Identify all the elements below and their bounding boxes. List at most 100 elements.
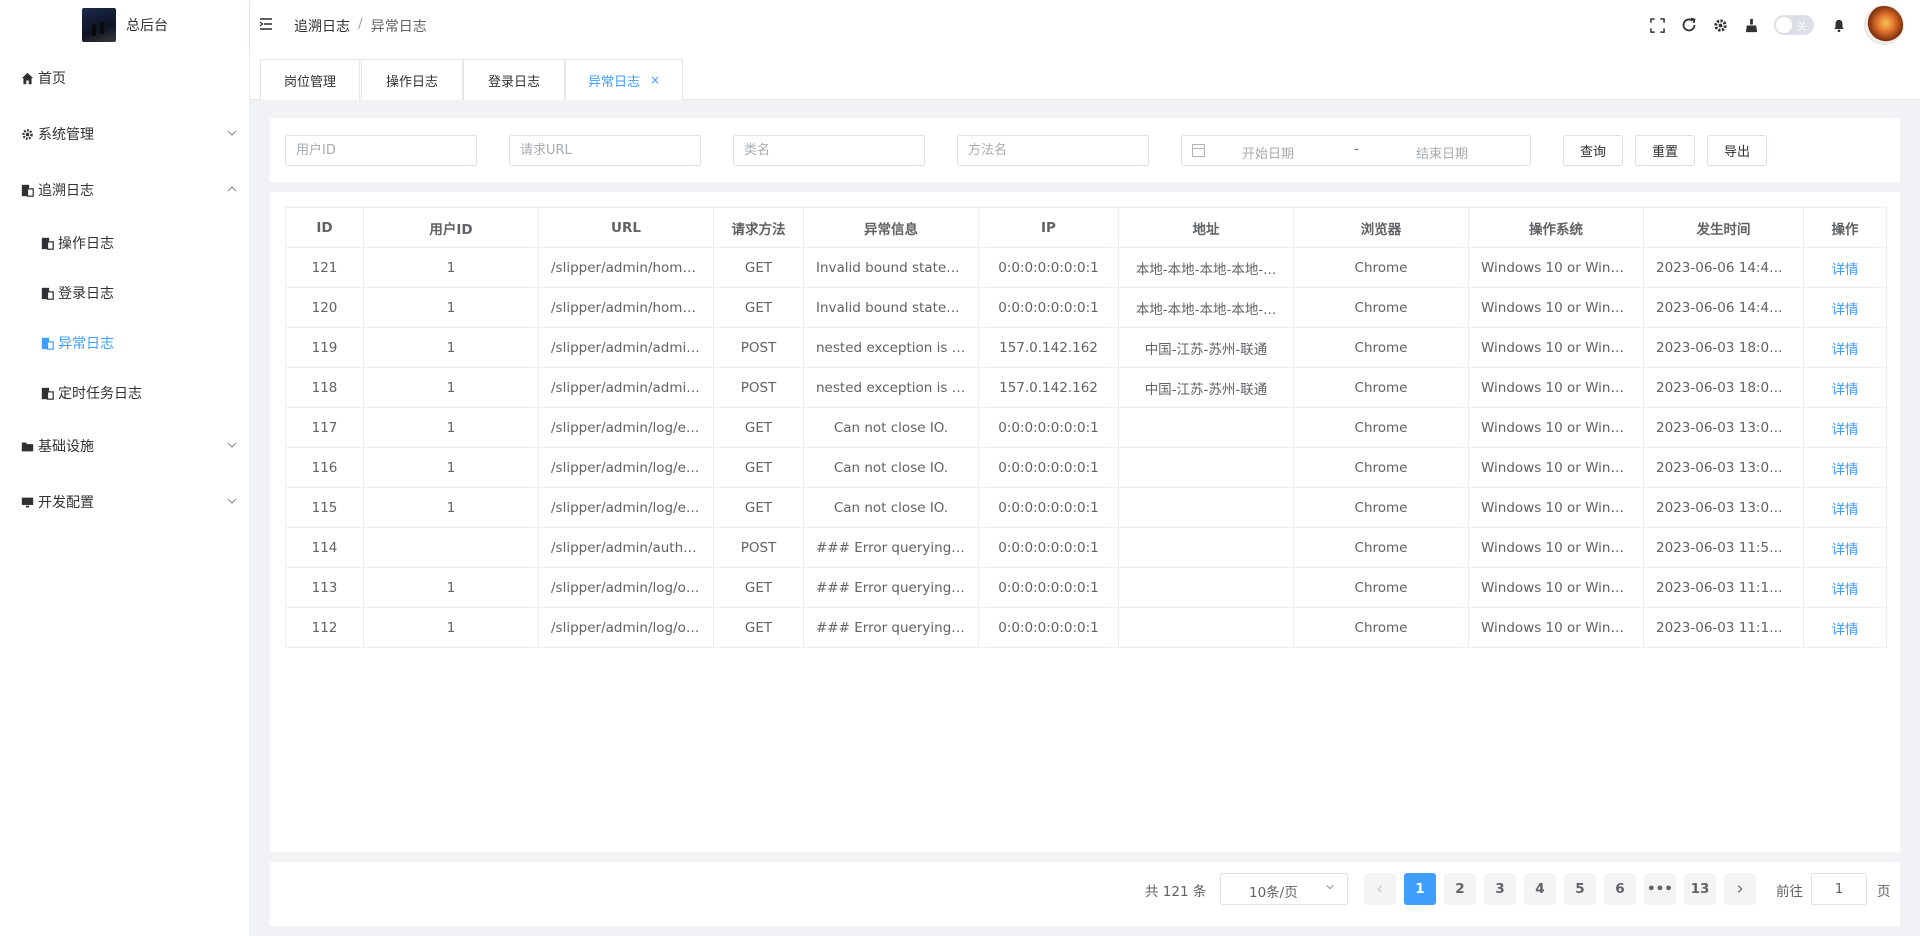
- sidebar-item-login-log[interactable]: 登录日志: [0, 268, 250, 318]
- detail-link[interactable]: 详情: [1803, 567, 1887, 608]
- detail-link[interactable]: 详情: [1803, 327, 1887, 368]
- method-name-input[interactable]: [957, 135, 1149, 166]
- table-cell: Windows 10 or Wind...: [1468, 407, 1644, 448]
- goto-page-input[interactable]: 1: [1811, 873, 1867, 905]
- end-date-placeholder[interactable]: 结束日期: [1416, 143, 1468, 162]
- close-icon[interactable]: ×: [650, 73, 660, 87]
- tag-post-management[interactable]: 岗位管理: [260, 59, 360, 100]
- detail-link[interactable]: 详情: [1803, 447, 1887, 488]
- table-cell: Windows 10 or Wind...: [1468, 487, 1644, 528]
- tag-label: 异常日志: [587, 74, 640, 90]
- breadcrumb-item[interactable]: 追溯日志: [294, 16, 350, 36]
- user-avatar[interactable]: [1864, 5, 1904, 45]
- table-cell: 121: [285, 247, 364, 288]
- next-page-button[interactable]: [1724, 873, 1756, 905]
- sidebar-item-exception-log[interactable]: 异常日志: [0, 318, 250, 368]
- table-cell: GET: [713, 567, 804, 608]
- table-cell: /slipper/admin/admin...: [538, 367, 714, 408]
- table-cell: ### Error querying d...: [803, 607, 979, 648]
- table-cell: 1: [363, 567, 539, 608]
- breadcrumb-current: 异常日志: [370, 19, 427, 35]
- start-date-placeholder[interactable]: 开始日期: [1242, 143, 1294, 162]
- log-icon: [40, 386, 54, 400]
- detail-link[interactable]: 详情: [1803, 527, 1887, 568]
- detail-link[interactable]: 详情: [1803, 287, 1887, 328]
- reset-button[interactable]: 重置: [1635, 135, 1695, 166]
- clear-cache-icon[interactable]: [1742, 16, 1760, 34]
- table-cell: 本地-本地-本地-本地-...: [1118, 287, 1294, 328]
- detail-link[interactable]: 详情: [1803, 407, 1887, 448]
- table-cell: 2023-06-06 14:49:20: [1643, 287, 1804, 328]
- theme-switch-label: 关: [1797, 22, 1807, 33]
- table-cell: Can not close IO.: [803, 487, 979, 528]
- table-row: 118 1/slipper/admin/admin... POST nested ex…: [285, 367, 1887, 408]
- detail-link[interactable]: 详情: [1803, 367, 1887, 408]
- page-button[interactable]: 5: [1564, 873, 1596, 905]
- table-cell: /slipper/admin/log/err...: [538, 487, 714, 528]
- table-cell: 1: [363, 407, 539, 448]
- table-cell: 本地-本地-本地-本地-...: [1118, 247, 1294, 288]
- refresh-icon[interactable]: [1680, 16, 1698, 34]
- sidebar-item-label: 系统管理: [38, 127, 94, 143]
- query-button[interactable]: 查询: [1563, 135, 1623, 166]
- sidebar-item-label: 开发配置: [38, 495, 94, 511]
- fullscreen-icon[interactable]: [1648, 16, 1666, 34]
- page-button[interactable]: 6: [1604, 873, 1636, 905]
- app-title: 总后台: [126, 18, 168, 34]
- table-cell: [1118, 607, 1294, 648]
- table-cell: Windows 10 or Wind...: [1468, 447, 1644, 488]
- table-cell: 1: [363, 327, 539, 368]
- sidebar-item-home[interactable]: 首页: [0, 50, 250, 106]
- column-header: 用户ID: [363, 207, 539, 248]
- table-cell: Windows 10 or Wind...: [1468, 367, 1644, 408]
- page-button[interactable]: 13: [1684, 873, 1716, 905]
- table-cell: GET: [713, 447, 804, 488]
- table-cell: 120: [285, 287, 364, 328]
- table-cell: 2023-06-03 18:00:19: [1643, 327, 1804, 368]
- tag-label: 岗位管理: [283, 74, 336, 90]
- class-name-input[interactable]: [733, 135, 925, 166]
- page-button[interactable]: 2: [1444, 873, 1476, 905]
- log-icon: [40, 236, 54, 250]
- more-pages-button[interactable]: •••: [1644, 873, 1676, 905]
- settings-icon[interactable]: [1711, 16, 1729, 34]
- prev-page-button[interactable]: [1364, 873, 1396, 905]
- sidebar-item-label: 首页: [38, 71, 66, 87]
- detail-link[interactable]: 详情: [1803, 607, 1887, 648]
- menu-toggle-icon[interactable]: [258, 16, 276, 34]
- page-size-select[interactable]: 10条/页: [1220, 873, 1348, 905]
- tag-exception-log[interactable]: 异常日志 ×: [565, 59, 683, 100]
- log-icon: [40, 336, 54, 350]
- sidebar-item-infrastructure[interactable]: 基础设施: [0, 418, 250, 474]
- column-header: ID: [285, 207, 364, 248]
- tag-operation-log[interactable]: 操作日志: [361, 59, 463, 100]
- page-button[interactable]: 3: [1484, 873, 1516, 905]
- top-header: 追溯日志 / 异常日志 关: [250, 0, 1920, 50]
- export-button[interactable]: 导出: [1707, 135, 1767, 166]
- page-button[interactable]: 1: [1404, 873, 1436, 905]
- sidebar-item-job-log[interactable]: 定时任务日志: [0, 368, 250, 418]
- table-cell: Can not close IO.: [803, 447, 979, 488]
- date-range-picker[interactable]: 开始日期 - 结束日期: [1181, 135, 1531, 166]
- sidebar-item-operation-log[interactable]: 操作日志: [0, 218, 250, 268]
- calendar-icon: [1192, 144, 1205, 157]
- bell-icon[interactable]: [1830, 16, 1848, 34]
- column-header: 浏览器: [1293, 207, 1469, 248]
- log-icon: [40, 286, 54, 300]
- page-size-value: 10条/页: [1249, 885, 1298, 901]
- table-body: 121 1/slipper/admin/home/... GET Invalid bo…: [285, 247, 1887, 648]
- page-button[interactable]: 4: [1524, 873, 1556, 905]
- pagination-total: 共 121 条: [1145, 884, 1207, 900]
- user-id-input[interactable]: [285, 135, 477, 166]
- request-url-input[interactable]: [509, 135, 701, 166]
- tag-login-log[interactable]: 登录日志: [463, 59, 565, 100]
- sidebar-item-dev-config[interactable]: 开发配置: [0, 474, 250, 530]
- detail-link[interactable]: 详情: [1803, 487, 1887, 528]
- folder-icon: [20, 439, 34, 453]
- theme-switch[interactable]: 关: [1774, 15, 1814, 35]
- sidebar-item-trace-log[interactable]: 追溯日志: [0, 162, 250, 218]
- sidebar-item-system[interactable]: 系统管理: [0, 106, 250, 162]
- column-header: 操作: [1803, 207, 1887, 248]
- table-cell: 1: [363, 367, 539, 408]
- detail-link[interactable]: 详情: [1803, 247, 1887, 288]
